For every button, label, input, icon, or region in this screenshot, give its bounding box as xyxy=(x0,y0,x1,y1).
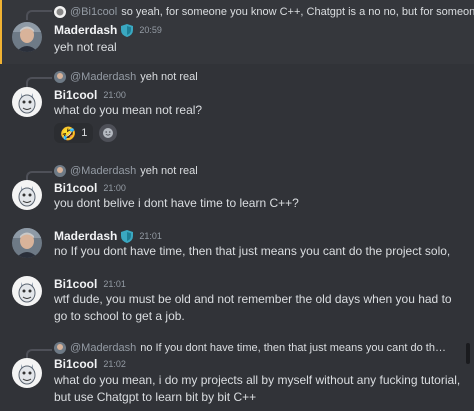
reply-text: no If you dont have time, then that just… xyxy=(140,342,450,354)
reply-username[interactable]: @Maderdash xyxy=(70,71,136,83)
reply-username[interactable]: @Maderdash xyxy=(70,342,136,354)
reply-text: yeh not real xyxy=(140,165,198,177)
message-text-line-1: what do you mean, i do my projects all b… xyxy=(54,373,461,387)
scrollbar-thumb[interactable] xyxy=(466,343,470,364)
username[interactable]: Maderdash xyxy=(54,23,117,37)
username[interactable]: Bi1cool xyxy=(54,181,97,195)
reply-preview[interactable]: @Maderdash yeh not real xyxy=(54,69,198,85)
reply-avatar-bi1cool xyxy=(54,6,66,18)
reply-preview[interactable]: @Maderdash no If you dont have time, the… xyxy=(54,340,450,356)
avatar-maderdash[interactable] xyxy=(12,22,42,52)
username[interactable]: Bi1cool xyxy=(54,277,97,291)
message-header: Maderdash 21:01 xyxy=(54,228,162,244)
message-6[interactable]: @Maderdash no If you dont have time, the… xyxy=(0,338,474,411)
timestamp: 21:00 xyxy=(103,183,126,193)
timestamp: 20:59 xyxy=(139,25,162,35)
emoji-smile-icon xyxy=(103,128,114,138)
reply-username[interactable]: @Maderdash xyxy=(70,165,136,177)
username[interactable]: Bi1cool xyxy=(54,357,97,371)
message-3[interactable]: @Maderdash yeh not real Bi1cool 21:00 yo… xyxy=(0,160,474,222)
reaction-bar: 🤣 1 xyxy=(54,123,118,143)
message-header: Bi1cool 21:02 xyxy=(54,356,126,372)
chat-log: @Bi1cool so yeah, for someone you know C… xyxy=(0,0,474,411)
reply-avatar-maderdash xyxy=(54,71,66,83)
message-header: Bi1cool 21:00 xyxy=(54,87,126,103)
message-text-line-2: but use Chatgpt to learn bit by bit C++ xyxy=(54,390,257,404)
reply-preview[interactable]: @Maderdash yeh not real xyxy=(54,163,198,179)
add-reaction-button[interactable] xyxy=(99,124,118,142)
username[interactable]: Bi1cool xyxy=(54,88,97,102)
message-5[interactable]: Bi1cool 21:01 wtf dude, you must be old … xyxy=(0,274,474,332)
reply-avatar-maderdash xyxy=(54,342,66,354)
avatar-bi1cool[interactable] xyxy=(12,358,42,388)
reply-text: so yeah, for someone you know C++, Chatg… xyxy=(121,6,474,18)
message-text: what do you mean not real? xyxy=(54,103,203,117)
message-4[interactable]: Maderdash 21:01 no If you dont have time… xyxy=(0,226,474,266)
avatar-maderdash[interactable] xyxy=(12,228,42,258)
timestamp: 21:02 xyxy=(103,359,126,369)
reply-text: yeh not real xyxy=(140,71,198,83)
reaction-rofl[interactable]: 🤣 1 xyxy=(54,123,94,143)
timestamp: 21:01 xyxy=(139,231,162,241)
avatar-bi1cool[interactable] xyxy=(12,276,42,306)
message-text-line-1: wtf dude, you must be old and not rememb… xyxy=(54,292,452,306)
reply-avatar-maderdash xyxy=(54,165,66,177)
message-2[interactable]: @Maderdash yeh not real Bi1cool 21:00 wh… xyxy=(0,66,474,156)
reaction-count: 1 xyxy=(81,127,88,139)
username[interactable]: Maderdash xyxy=(54,229,117,243)
message-header: Bi1cool 21:01 xyxy=(54,276,126,292)
rofl-icon: 🤣 xyxy=(60,125,77,141)
message-header: Bi1cool 21:00 xyxy=(54,180,126,196)
timestamp: 21:00 xyxy=(103,90,126,100)
shield-icon xyxy=(121,23,134,37)
message-text-line-2: go to school to get a job. xyxy=(54,309,185,323)
reply-connector xyxy=(26,10,52,20)
shield-icon xyxy=(121,229,134,243)
reply-preview[interactable]: @Bi1cool so yeah, for someone you know C… xyxy=(54,4,474,20)
avatar-bi1cool[interactable] xyxy=(12,180,42,210)
reply-username[interactable]: @Bi1cool xyxy=(70,6,117,18)
message-1[interactable]: @Bi1cool so yeah, for someone you know C… xyxy=(0,0,474,64)
message-text: yeh not real xyxy=(54,40,117,54)
avatar-bi1cool[interactable] xyxy=(12,87,42,117)
timestamp: 21:01 xyxy=(103,279,126,289)
message-text: you dont belive i dont have time to lear… xyxy=(54,196,299,210)
message-text: no If you dont have time, then that just… xyxy=(54,244,451,258)
message-header: Maderdash 20:59 xyxy=(54,22,162,38)
reply-connector xyxy=(26,77,52,87)
